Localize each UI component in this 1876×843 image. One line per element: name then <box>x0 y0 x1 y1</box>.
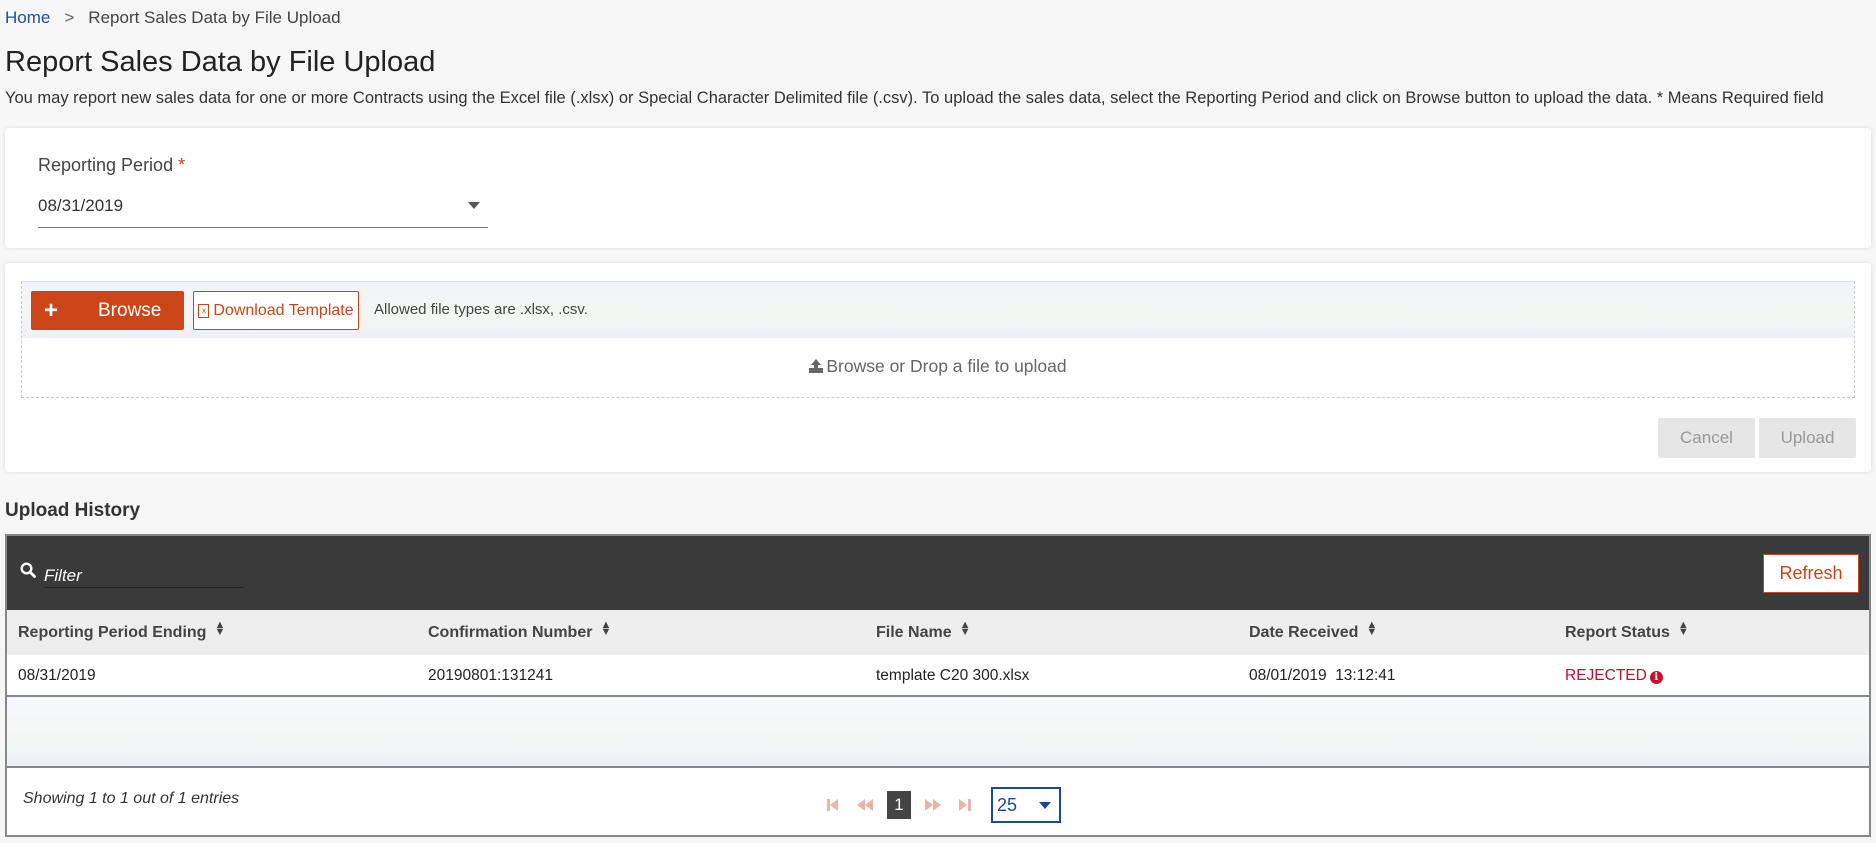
file-upload-card: + Browse x Download Template Allowed fil… <box>5 263 1871 472</box>
table-toolbar: Filter Refresh <box>7 536 1869 610</box>
next-page-icon[interactable] <box>917 791 949 819</box>
upload-button[interactable]: Upload <box>1759 418 1856 458</box>
pagination: 1 25 <box>817 787 1061 823</box>
breadcrumb-current: Report Sales Data by File Upload <box>88 8 341 27</box>
reporting-period-label: Reporting Period * <box>38 155 186 175</box>
cell-confirmation-number: 20190801:131241 <box>428 667 553 684</box>
download-template-button[interactable]: x Download Template <box>193 291 359 330</box>
breadcrumb-separator: > <box>64 8 75 27</box>
upload-history-table: Filter Refresh Reporting Period Ending ▲ ▼… <box>5 534 1871 837</box>
column-header-date-received[interactable]: Date Received ▲ ▼ <box>1249 619 1378 642</box>
table-empty-area <box>7 697 1869 768</box>
page-description: You may report new sales data for one or… <box>5 89 1824 107</box>
sort-icon: ▲ ▼ <box>1366 619 1378 638</box>
sort-icon: ▲ ▼ <box>1677 619 1689 638</box>
chevron-down-icon <box>468 202 480 209</box>
sort-icon: ▲ ▼ <box>959 619 971 638</box>
sort-icon: ▲ ▼ <box>214 619 226 638</box>
allowed-file-types: Allowed file types are .xlsx, .csv. <box>374 301 588 318</box>
current-page[interactable]: 1 <box>887 791 911 819</box>
refresh-button[interactable]: Refresh <box>1763 554 1859 593</box>
sort-icon: ▲ ▼ <box>600 619 612 638</box>
reporting-period-select[interactable]: 08/31/2019 <box>38 192 488 228</box>
browse-button[interactable]: + Browse <box>31 291 184 330</box>
search-icon <box>20 562 36 578</box>
drop-file-prompt[interactable]: Browse or Drop a file to upload <box>22 356 1854 377</box>
column-header-file-name[interactable]: File Name ▲ ▼ <box>876 619 971 642</box>
breadcrumb-home-link[interactable]: Home <box>5 8 50 28</box>
status-badge: REJECTED <box>1565 667 1647 684</box>
table-footer: Showing 1 to 1 out of 1 entries 1 25 <box>7 768 1869 835</box>
column-header-report-status[interactable]: Report Status ▲ ▼ <box>1565 619 1689 642</box>
filter-input[interactable]: Filter <box>44 564 244 588</box>
first-page-icon[interactable] <box>817 791 849 819</box>
reporting-period-card: Reporting Period * 08/31/2019 <box>5 128 1871 248</box>
cell-reporting-period: 08/31/2019 <box>18 667 96 684</box>
file-dropzone[interactable]: + Browse x Download Template Allowed fil… <box>21 281 1855 398</box>
cell-date-received: 08/01/2019 13:12:41 <box>1249 667 1396 684</box>
entries-count: Showing 1 to 1 out of 1 entries <box>23 790 240 807</box>
breadcrumb: Home > Report Sales Data by File Upload <box>5 8 341 28</box>
column-header-confirmation-number[interactable]: Confirmation Number ▲ ▼ <box>428 619 612 642</box>
chevron-down-icon <box>1039 802 1051 809</box>
cancel-button[interactable]: Cancel <box>1658 418 1755 458</box>
required-mark: * <box>178 155 186 175</box>
table-row[interactable]: 08/31/2019 20190801:131241 template C20 … <box>7 655 1869 697</box>
column-header-reporting-period[interactable]: Reporting Period Ending ▲ ▼ <box>18 619 226 642</box>
table-header: Reporting Period Ending ▲ ▼ Confirmation N… <box>7 610 1869 655</box>
page-size-select[interactable]: 25 <box>991 787 1061 823</box>
excel-file-icon: x <box>198 303 210 318</box>
cell-file-name: template C20 300.xlsx <box>876 667 1030 684</box>
upload-toolbar: + Browse x Download Template Allowed fil… <box>22 282 1854 338</box>
upload-history-title: Upload History <box>5 500 141 521</box>
reporting-period-value: 08/31/2019 <box>38 196 124 215</box>
upload-icon <box>809 359 824 373</box>
plus-icon: + <box>44 296 59 324</box>
previous-page-icon[interactable] <box>849 791 881 819</box>
page-title: Report Sales Data by File Upload <box>5 46 436 78</box>
last-page-icon[interactable] <box>949 791 981 819</box>
page-size-value: 25 <box>997 795 1018 815</box>
info-icon[interactable]: i <box>1649 671 1663 684</box>
cell-report-status: REJECTED i <box>1565 667 1663 685</box>
